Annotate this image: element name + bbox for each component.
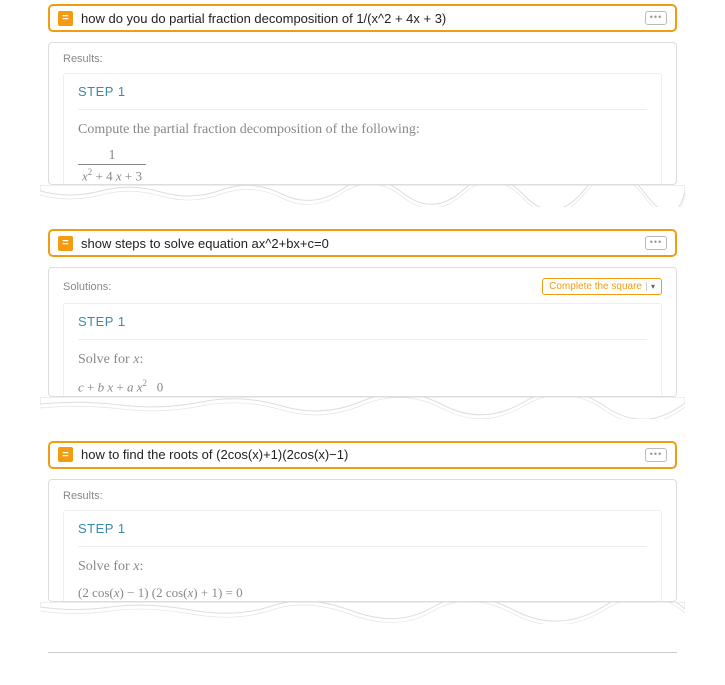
query-bar[interactable]: = how to find the roots of (2cos(x)+1)(2… [48,441,677,469]
result-card: Solutions: Complete the square ▾ STEP 1 … [48,267,677,396]
result-panel: STEP 1 Compute the partial fraction deco… [63,73,662,184]
divider [78,546,647,547]
equals-icon: = [58,447,73,462]
result-panel: STEP 1 Solve for x: (2 cos(x) − 1) (2 co… [63,510,662,601]
query-bar[interactable]: = how do you do partial fraction decompo… [48,4,677,32]
math-fraction: 1 x2 + 4 x + 3 [78,148,146,184]
torn-edge [40,602,685,624]
section-label: Results: [63,53,103,65]
section-label: Results: [63,490,103,502]
torn-edge [40,185,685,207]
equals-icon: = [58,11,73,26]
more-menu-button[interactable]: ••• [645,236,667,250]
fraction-denominator: x2 + 4 x + 3 [78,165,146,184]
method-dropdown[interactable]: Complete the square ▾ [542,278,662,295]
section-divider [48,652,677,653]
step-label: STEP 1 [78,84,647,99]
step-instruction: Solve for x: [78,559,647,575]
divider [78,339,647,340]
method-label: Complete the square [549,281,642,292]
step-instruction: Solve for x: [78,352,647,368]
more-menu-button[interactable]: ••• [645,448,667,462]
step-instruction: Compute the partial fraction decompositi… [78,122,647,138]
query-text: how to find the roots of (2cos(x)+1)(2co… [81,447,645,462]
more-menu-button[interactable]: ••• [645,11,667,25]
query-bar[interactable]: = show steps to solve equation ax^2+bx+c… [48,229,677,257]
step-label: STEP 1 [78,314,647,329]
chevron-down-icon: ▾ [646,282,655,291]
section-label: Solutions: [63,281,111,293]
divider [78,109,647,110]
result-card: Results: STEP 1 Solve for x: (2 cos(x) −… [48,479,677,602]
math-equation: (2 cos(x) − 1) (2 cos(x) + 1) = 0 [78,585,647,601]
query-text: show steps to solve equation ax^2+bx+c=0 [81,236,645,251]
query-text: how do you do partial fraction decomposi… [81,11,645,26]
result-panel: STEP 1 Solve for x: c + b x + a x2 0 [63,303,662,395]
result-card: Results: STEP 1 Compute the partial frac… [48,42,677,185]
math-equation: c + b x + a x2 0 [78,378,647,395]
torn-edge [40,397,685,419]
fraction-numerator: 1 [78,148,146,165]
step-label: STEP 1 [78,521,647,536]
equals-icon: = [58,236,73,251]
